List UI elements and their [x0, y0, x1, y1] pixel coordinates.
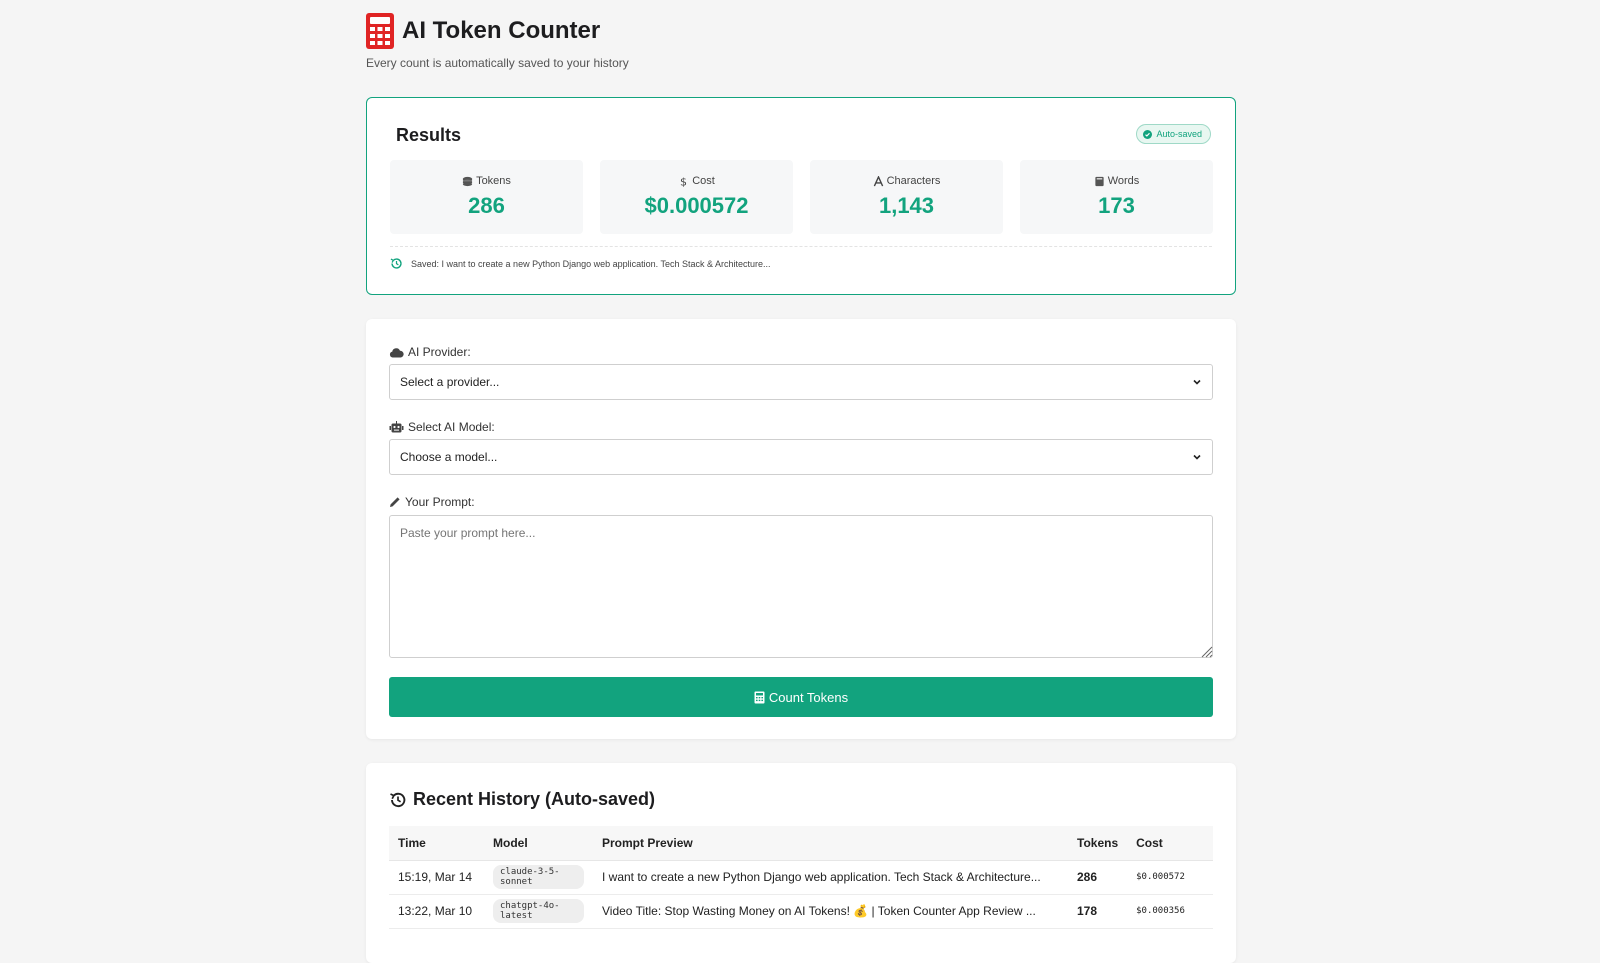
history-table: Time Model Prompt Preview Tokens Cost 15…: [389, 826, 1213, 929]
chevron-down-icon: [1193, 454, 1201, 460]
row-tokens: 286: [1068, 860, 1128, 895]
chevron-down-icon: [1193, 379, 1201, 385]
history-card: Recent History (Auto-saved) Time Model P…: [366, 763, 1236, 963]
col-prompt-preview: Prompt Preview: [593, 826, 1068, 861]
stat-cost-label: Cost: [692, 175, 715, 187]
check-circle-icon: [1143, 129, 1153, 139]
saved-preview: Saved: I want to create a new Python Dja…: [390, 257, 771, 270]
provider-label-text: AI Provider:: [408, 345, 471, 359]
row-tokens: 178: [1068, 894, 1128, 929]
stats-row: Tokens 286 $ Cost $0.000572 Characters 1…: [390, 160, 1213, 234]
row-time: 15:19, Mar 14: [389, 860, 484, 895]
results-card: Results Auto-saved Tokens 286 $ Cost $0.…: [366, 97, 1236, 295]
resize-grip-icon[interactable]: [1199, 644, 1213, 658]
page-header: AI Token Counter Every count is automati…: [366, 12, 1236, 70]
calculator-icon: [754, 691, 765, 703]
svg-text:$: $: [680, 176, 687, 187]
stat-label: Words: [1094, 175, 1140, 187]
count-tokens-button[interactable]: Count Tokens: [389, 677, 1213, 717]
prompt-textarea[interactable]: [389, 515, 1213, 658]
title-row: AI Token Counter: [366, 12, 1236, 50]
col-model: Model: [484, 826, 593, 861]
provider-select[interactable]: Select a provider...: [389, 364, 1213, 400]
form-card: AI Provider: Select a provider... Select…: [366, 319, 1236, 739]
model-label-text: Select AI Model:: [408, 420, 495, 434]
stat-tokens: Tokens 286: [390, 160, 583, 234]
row-preview: I want to create a new Python Django web…: [593, 860, 1068, 895]
auto-saved-label: Auto-saved: [1156, 129, 1202, 139]
stat-cost: $ Cost $0.000572: [600, 160, 793, 234]
table-row[interactable]: 15:19, Mar 14 claude-3-5-sonnet I want t…: [389, 860, 1213, 895]
auto-saved-badge: Auto-saved: [1136, 124, 1211, 144]
stat-tokens-value: 286: [468, 193, 505, 218]
history-title-text: Recent History (Auto-saved): [413, 789, 656, 809]
model-label: Select AI Model:: [389, 420, 495, 434]
col-tokens: Tokens: [1068, 826, 1128, 861]
results-divider: [390, 246, 1212, 247]
saved-preview-text: Saved: I want to create a new Python Dja…: [411, 258, 771, 269]
stat-label: Characters: [873, 175, 941, 187]
page-title: AI Token Counter: [402, 17, 601, 44]
col-time: Time: [389, 826, 484, 861]
stat-label: Tokens: [462, 175, 511, 187]
history-header-row: Time Model Prompt Preview Tokens Cost: [389, 826, 1213, 861]
dollar-icon: $: [680, 176, 687, 187]
stat-words-value: 173: [1098, 193, 1135, 218]
row-time: 13:22, Mar 10: [389, 894, 484, 929]
model-pill: claude-3-5-sonnet: [493, 865, 584, 889]
provider-select-value: Select a provider...: [400, 375, 500, 389]
history-title: Recent History (Auto-saved): [389, 789, 655, 810]
stat-label: $ Cost: [678, 175, 715, 187]
stat-characters-label: Characters: [886, 175, 941, 187]
row-preview: Video Title: Stop Wasting Money on AI To…: [593, 894, 1068, 929]
font-icon: [873, 175, 883, 186]
row-model: claude-3-5-sonnet: [484, 860, 593, 895]
stat-words: Words 173: [1020, 160, 1213, 234]
model-pill: chatgpt-4o-latest: [493, 899, 584, 923]
row-cost: $0.000572: [1127, 860, 1213, 895]
row-model: chatgpt-4o-latest: [484, 894, 593, 929]
history-icon: [390, 792, 406, 807]
row-cost: $0.000356: [1127, 894, 1213, 929]
history-icon: [390, 258, 402, 269]
coins-icon: [462, 176, 473, 186]
count-tokens-label: Count Tokens: [768, 689, 849, 705]
stat-cost-value: $0.000572: [644, 193, 749, 218]
results-title: Results: [396, 125, 462, 145]
col-cost: Cost: [1127, 826, 1213, 861]
prompt-label-text: Your Prompt:: [405, 495, 475, 509]
stat-characters: Characters 1,143: [810, 160, 1003, 234]
prompt-label: Your Prompt:: [389, 495, 475, 509]
robot-icon: [389, 421, 404, 433]
stat-tokens-label: Tokens: [476, 175, 511, 187]
book-icon: [1095, 176, 1104, 186]
stat-words-label: Words: [1107, 175, 1140, 187]
provider-label: AI Provider:: [389, 345, 471, 359]
pencil-icon: [390, 497, 400, 507]
stat-characters-value: 1,143: [878, 193, 935, 218]
model-select-value: Choose a model...: [400, 450, 498, 464]
model-select[interactable]: Choose a model...: [389, 439, 1213, 475]
calculator-icon: [366, 13, 394, 49]
table-row[interactable]: 13:22, Mar 10 chatgpt-4o-latest Video Ti…: [389, 894, 1213, 929]
cloud-icon: [389, 347, 404, 357]
page-subtitle: Every count is automatically saved to yo…: [366, 56, 629, 70]
